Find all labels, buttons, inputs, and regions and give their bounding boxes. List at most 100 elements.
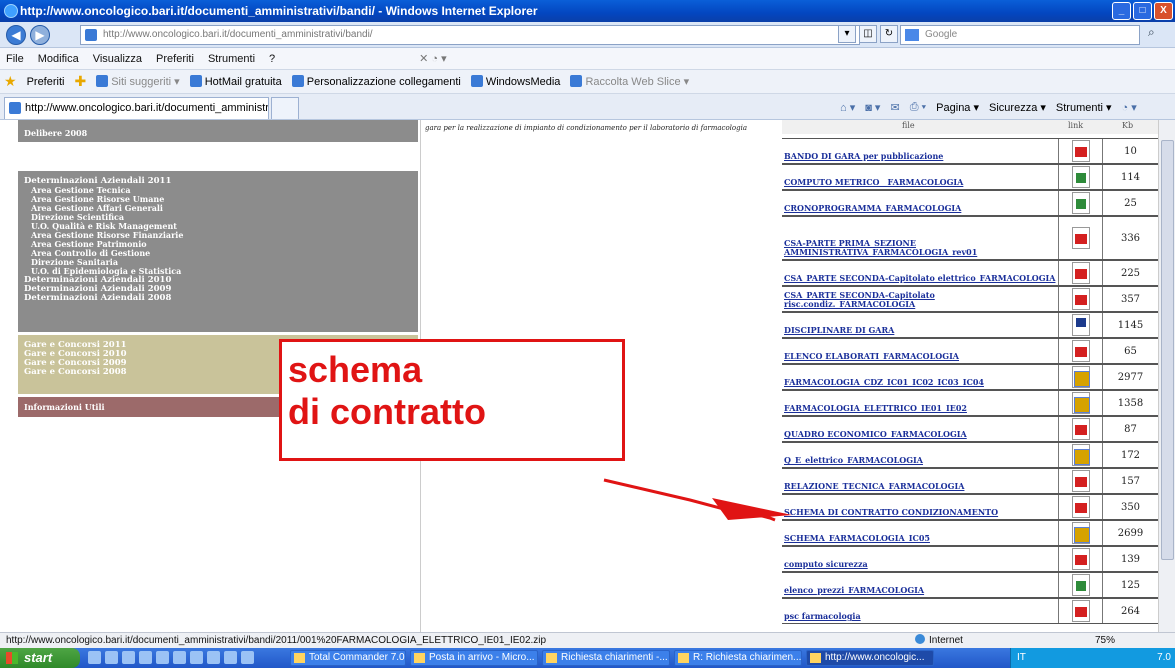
menu-modifica[interactable]: Modifica [38, 53, 79, 65]
minimize-button[interactable]: _ [1112, 2, 1131, 20]
file-link[interactable]: psc farmacologia [782, 599, 1059, 623]
file-icon-cell[interactable] [1059, 261, 1103, 285]
close-button[interactable]: X [1154, 2, 1173, 20]
file-link[interactable]: Q_E_elettrico_FARMACOLOGIA [782, 443, 1059, 467]
file-link[interactable]: DISCIPLINARE DI GARA [782, 313, 1059, 337]
dropdown-arrow-icon[interactable]: ▾ [838, 25, 856, 43]
quick-launch-icon[interactable] [139, 651, 152, 664]
url-input[interactable]: http://www.oncologico.bari.it/documenti_… [80, 25, 860, 45]
file-link[interactable]: BANDO DI GARA per pubblicazione [782, 139, 1059, 163]
close-toolbar-icon[interactable]: ✕ ◔ ▾ [419, 52, 447, 65]
compat-view-icon[interactable]: ◫ [859, 25, 877, 43]
fav-windowsmedia[interactable]: WindowsMedia [470, 75, 560, 88]
cmd-pagina[interactable]: Pagina ▾ [936, 101, 979, 114]
task-posta[interactable]: Posta in arrivo - Micro... [410, 650, 538, 666]
menu-preferiti[interactable]: Preferiti [156, 53, 194, 65]
refresh-icon[interactable]: ↻ [880, 25, 898, 43]
file-icon-cell[interactable] [1059, 165, 1103, 189]
file-icon-cell[interactable] [1059, 139, 1103, 163]
pdf-file-icon[interactable] [1072, 470, 1090, 492]
new-tab-button[interactable] [271, 97, 299, 119]
task-ie[interactable]: http://www.oncologic... [806, 650, 934, 666]
task-risposta[interactable]: R: Richiesta chiarimen... [674, 650, 802, 666]
favorites-label[interactable]: Preferiti [27, 76, 65, 88]
vertical-scrollbar[interactable] [1158, 120, 1175, 632]
feeds-icon[interactable]: ◙ ▾ [865, 101, 880, 114]
file-icon-cell[interactable] [1059, 547, 1103, 571]
menu-strumenti[interactable]: Strumenti [208, 53, 255, 65]
file-icon-cell[interactable] [1059, 313, 1103, 337]
quick-launch-icon[interactable] [88, 651, 101, 664]
fav-hotmail[interactable]: HotMail gratuita [189, 75, 282, 88]
file-link[interactable]: COMPUTO METRICO__FARMACOLOGIA [782, 165, 1059, 189]
menu-file[interactable]: File [6, 53, 24, 65]
fav-suggested[interactable]: Siti suggeriti ▾ [96, 75, 180, 88]
pdf-file-icon[interactable] [1072, 262, 1090, 284]
file-link[interactable]: FARMACOLOGIA_ELETTRICO_IE01_IE02 [782, 391, 1059, 415]
task-richiesta[interactable]: Richiesta chiarimenti -... [542, 650, 670, 666]
pdf-file-icon[interactable] [1072, 418, 1090, 440]
favorites-star-icon[interactable]: ★ [4, 73, 17, 90]
file-icon-cell[interactable] [1059, 287, 1103, 311]
file-link[interactable]: CSA_PARTE SECONDA-Capitolato risc.condiz… [782, 287, 1059, 311]
file-link[interactable]: SCHEMA DI CONTRATTO CONDIZIONAMENTO [782, 495, 1059, 519]
tab-current[interactable]: http://www.oncologico.bari.it/documenti_… [4, 97, 269, 119]
file-icon-cell[interactable] [1059, 599, 1103, 623]
forward-button[interactable]: ▶ [30, 25, 50, 45]
menu-determinazioni-2008[interactable]: Determinazioni Aziendali 2008 [24, 294, 412, 303]
file-link[interactable]: SCHEMA_FARMACOLOGIA_IC05 [782, 521, 1059, 545]
pdf-file-icon[interactable] [1072, 496, 1090, 518]
file-link[interactable]: RELAZIONE_TECNICA_FARMACOLOGIA [782, 469, 1059, 493]
pdf-file-icon[interactable] [1072, 548, 1090, 570]
cmd-sicurezza[interactable]: Sicurezza ▾ [989, 101, 1046, 114]
pdf-file-icon[interactable] [1072, 600, 1090, 622]
xls-file-icon[interactable] [1072, 574, 1090, 596]
file-link[interactable]: ELENCO ELABORATI_FARMACOLOGIA [782, 339, 1059, 363]
task-total-commander[interactable]: Total Commander 7.0... [290, 650, 406, 666]
quick-launch-icon[interactable] [224, 651, 237, 664]
file-icon-cell[interactable] [1059, 217, 1103, 259]
home-icon[interactable]: ⌂ ▾ [840, 101, 855, 114]
scrollbar-thumb[interactable] [1161, 140, 1174, 560]
add-favorite-icon[interactable]: ✚ [74, 73, 86, 90]
quick-launch-icon[interactable] [156, 651, 169, 664]
file-icon-cell[interactable] [1059, 521, 1103, 545]
zip-file-icon[interactable] [1072, 444, 1090, 466]
word-file-icon[interactable] [1072, 314, 1090, 336]
file-icon-cell[interactable] [1059, 469, 1103, 493]
file-icon-cell[interactable] [1059, 339, 1103, 363]
file-link[interactable]: CSA_PARTE SECONDA-Capitolato elettrico_F… [782, 261, 1059, 285]
quick-launch-icon[interactable] [241, 651, 254, 664]
cmd-strumenti[interactable]: Strumenti ▾ [1056, 101, 1112, 114]
help-icon[interactable]: ◔ ▾ [1122, 101, 1137, 114]
file-icon-cell[interactable] [1059, 417, 1103, 441]
fav-custom-links[interactable]: Personalizzazione collegamenti [291, 75, 461, 88]
language-indicator[interactable]: IT [1017, 652, 1026, 663]
zip-file-icon[interactable] [1072, 392, 1090, 414]
file-link[interactable]: computo sicurezza [782, 547, 1059, 571]
menu-help[interactable]: ? [269, 53, 275, 65]
search-icon[interactable]: ⌕ [1148, 25, 1170, 45]
mail-icon[interactable]: ✉ [890, 101, 899, 114]
maximize-button[interactable]: □ [1133, 2, 1152, 20]
search-input[interactable]: Google [900, 25, 1140, 45]
zoom-level[interactable]: 75% [1095, 633, 1115, 648]
print-icon[interactable]: ⎙ ▾ [910, 101, 926, 114]
clock[interactable]: 7.0 [1157, 648, 1171, 668]
start-button[interactable]: start [0, 648, 80, 668]
quick-launch-icon[interactable] [207, 651, 220, 664]
fav-webslice[interactable]: Raccolta Web Slice ▾ [570, 75, 689, 88]
file-icon-cell[interactable] [1059, 573, 1103, 597]
xls-file-icon[interactable] [1072, 192, 1090, 214]
zip-file-icon[interactable] [1072, 366, 1090, 388]
file-link[interactable]: elenco_prezzi_FARMACOLOGIA [782, 573, 1059, 597]
file-icon-cell[interactable] [1059, 391, 1103, 415]
quick-launch-icon[interactable] [105, 651, 118, 664]
quick-launch-icon[interactable] [173, 651, 186, 664]
menu-visualizza[interactable]: Visualizza [93, 53, 142, 65]
pdf-file-icon[interactable] [1072, 340, 1090, 362]
file-icon-cell[interactable] [1059, 495, 1103, 519]
file-link[interactable]: CSA-PARTE PRIMA_SEZIONE AMMINISTRATIVA_F… [782, 217, 1059, 259]
xls-file-icon[interactable] [1072, 166, 1090, 188]
file-icon-cell[interactable] [1059, 365, 1103, 389]
